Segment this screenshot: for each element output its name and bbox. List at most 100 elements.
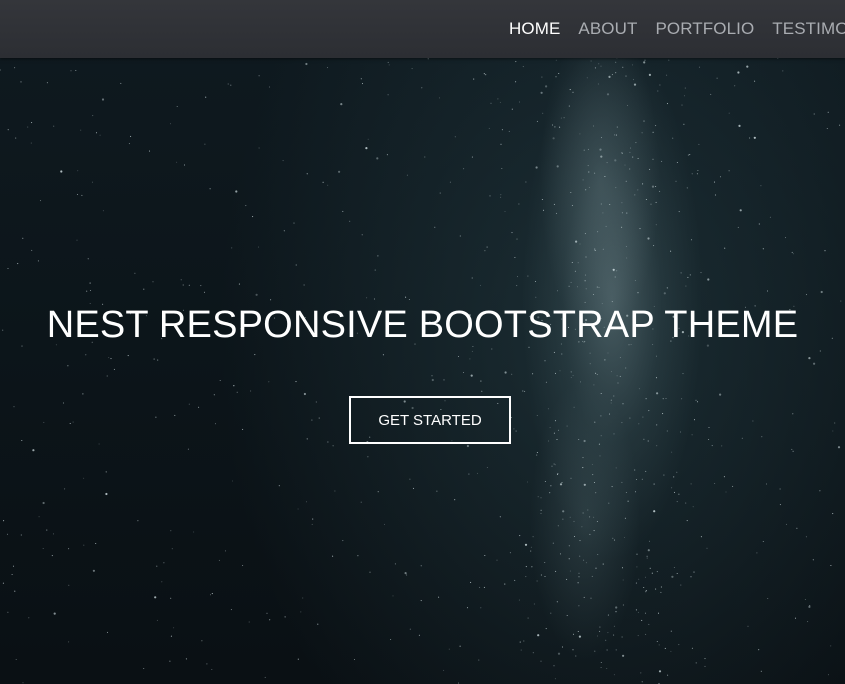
star-dot: [513, 428, 515, 430]
star-dot: [536, 120, 538, 122]
star-dot: [556, 290, 559, 292]
star-dot: [597, 231, 599, 233]
star-dot: [550, 485, 552, 487]
star-dot: [514, 579, 516, 581]
star-dot: [587, 165, 589, 167]
star-dot: [183, 164, 186, 166]
star-dot: [549, 427, 551, 429]
nav-link-portfolio[interactable]: PORTFOLIO: [655, 19, 754, 39]
star-dot: [820, 290, 823, 294]
star-dot: [566, 578, 568, 580]
star-dot: [725, 491, 727, 493]
star-dot: [585, 189, 587, 191]
star-dot: [614, 134, 616, 136]
star-dot: [779, 504, 781, 506]
star-dot: [639, 228, 641, 230]
star-dot: [479, 586, 481, 588]
star-dot: [813, 362, 816, 365]
star-dot: [615, 611, 617, 613]
star-dot: [15, 137, 17, 139]
star-dot: [188, 403, 190, 405]
star-dot: [523, 640, 525, 642]
star-dot: [714, 194, 717, 196]
star-dot: [522, 390, 524, 392]
star-dot: [540, 509, 542, 511]
star-dot: [747, 625, 749, 627]
star-dot: [681, 104, 683, 106]
star-dot: [637, 157, 639, 160]
star-dot: [671, 451, 673, 453]
star-dot: [522, 66, 524, 68]
star-dot: [577, 630, 579, 633]
star-dot: [85, 354, 87, 356]
star-dot: [678, 644, 680, 646]
star-dot: [760, 185, 762, 187]
star-dot: [819, 350, 821, 352]
star-dot: [536, 580, 538, 582]
star-dot: [75, 69, 77, 72]
star-dot: [377, 491, 379, 493]
star-dot: [518, 203, 520, 205]
star-dot: [554, 678, 556, 680]
star-dot: [619, 357, 621, 359]
star-dot: [645, 633, 647, 635]
star-dot: [153, 358, 155, 360]
star-dot: [2, 582, 4, 584]
star-dot: [599, 630, 601, 632]
star-dot: [218, 559, 220, 561]
star-dot: [805, 536, 807, 538]
star-dot: [691, 647, 693, 649]
star-dot: [231, 480, 234, 482]
star-dot: [43, 421, 45, 423]
star-dot: [573, 520, 575, 522]
star-dot: [449, 181, 451, 183]
star-dot: [282, 160, 284, 162]
star-dot: [459, 235, 461, 237]
star-dot: [120, 82, 122, 84]
star-dot: [30, 142, 32, 144]
star-dot: [622, 403, 624, 405]
star-dot: [621, 226, 623, 228]
star-dot: [608, 502, 610, 504]
star-dot: [671, 487, 673, 489]
star-dot: [483, 73, 485, 75]
star-dot: [585, 256, 587, 258]
star-dot: [92, 115, 94, 117]
star-dot: [593, 481, 596, 484]
star-dot: [600, 203, 602, 205]
star-dot: [670, 250, 672, 252]
star-dot: [723, 476, 725, 478]
star-dot: [651, 185, 655, 188]
star-dot: [386, 154, 388, 156]
nav-link-about[interactable]: ABOUT: [578, 19, 637, 39]
star-dot: [434, 226, 436, 228]
star-dot: [671, 575, 674, 578]
star-dot: [531, 566, 533, 568]
star-dot: [827, 111, 829, 113]
star-dot: [305, 501, 308, 503]
star-dot: [617, 382, 619, 384]
star-dot: [670, 650, 672, 652]
nav-link-home[interactable]: HOME: [509, 19, 560, 39]
star-dot: [542, 112, 544, 114]
star-dot: [500, 194, 502, 196]
star-dot: [76, 239, 78, 241]
star-dot: [92, 569, 95, 572]
star-dot: [673, 491, 676, 493]
star-dot: [559, 483, 563, 486]
star-dot: [12, 565, 15, 567]
star-dot: [466, 444, 469, 448]
star-dot: [728, 112, 730, 114]
nav-link-testimonials[interactable]: TESTIMONIALS: [772, 19, 845, 39]
star-dot: [297, 658, 299, 660]
star-dot: [484, 250, 486, 252]
star-dot: [792, 450, 794, 452]
star-dot: [624, 164, 626, 166]
get-started-button[interactable]: GET STARTED: [349, 396, 511, 444]
star-dot: [658, 670, 662, 673]
star-dot: [470, 374, 473, 377]
star-dot: [590, 60, 592, 62]
star-dot: [91, 181, 94, 183]
star-dot: [525, 566, 527, 568]
star-dot: [698, 66, 701, 68]
